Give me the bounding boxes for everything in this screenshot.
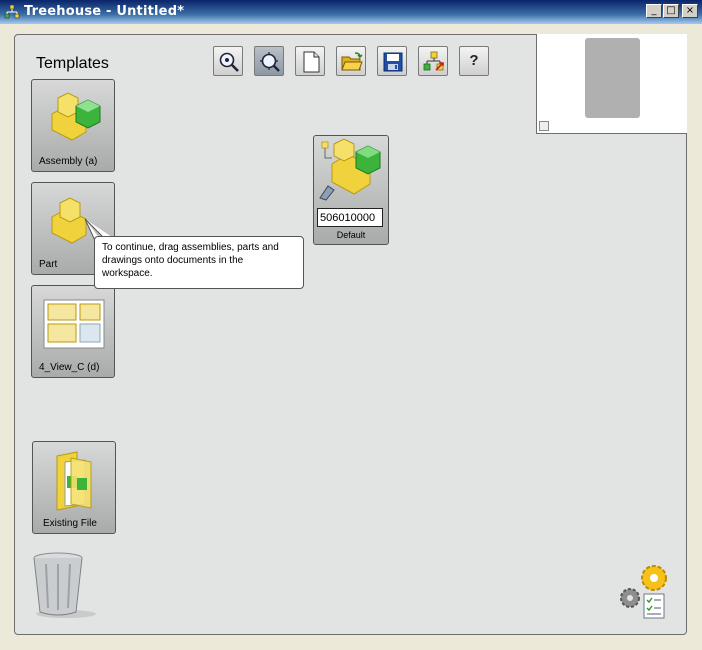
templates-heading: Templates [36,55,109,72]
preview-resize-handle[interactable] [539,121,549,131]
template-drawing[interactable]: 4_View_C (d) [31,285,115,378]
zoom-in-button[interactable] [213,46,243,76]
title-bar: Treehouse - Untitled* _ □ × [0,0,702,24]
document-name-input[interactable] [317,208,383,227]
help-button[interactable]: ? [459,46,489,76]
existing-file-button[interactable]: Existing File [32,441,116,534]
template-assembly[interactable]: Assembly (a) [31,79,115,172]
close-button[interactable]: × [682,4,698,18]
template-assembly-label: Assembly (a) [39,156,98,167]
document-node[interactable]: Default [313,135,389,245]
export-button[interactable] [418,46,448,76]
save-button[interactable] [377,46,407,76]
document-config-label: Default [336,230,366,240]
treehouse-app-icon [4,4,20,19]
trash-icon[interactable] [30,550,102,620]
new-document-button[interactable] [295,46,325,76]
floppy-disk-icon [383,52,403,72]
preview-pane[interactable] [536,34,687,134]
minimize-button[interactable]: _ [646,4,662,18]
folder-icon [56,451,92,511]
zoom-fit-button[interactable] [254,46,284,76]
settings-gear-icon[interactable] [616,562,672,622]
drawing-icon [43,299,105,349]
maximize-button[interactable]: □ [663,4,679,18]
template-drawing-label: 4_View_C (d) [39,362,100,373]
question-icon: ? [469,52,479,69]
template-part-label: Part [39,259,58,270]
export-icon [423,51,444,71]
preview-thumbnail [585,38,640,118]
assembly-icon [51,92,101,141]
zoom-fit-icon [260,52,280,72]
open-button[interactable] [336,46,366,76]
window-title: Treehouse - Untitled* [24,4,185,19]
assembly-icon [319,138,381,201]
existing-file-label: Existing File [43,518,97,529]
magnifier-icon [219,52,239,72]
open-folder-icon [341,52,363,71]
new-document-icon [303,51,320,73]
help-tooltip: To continue, drag assemblies, parts and … [94,236,304,289]
